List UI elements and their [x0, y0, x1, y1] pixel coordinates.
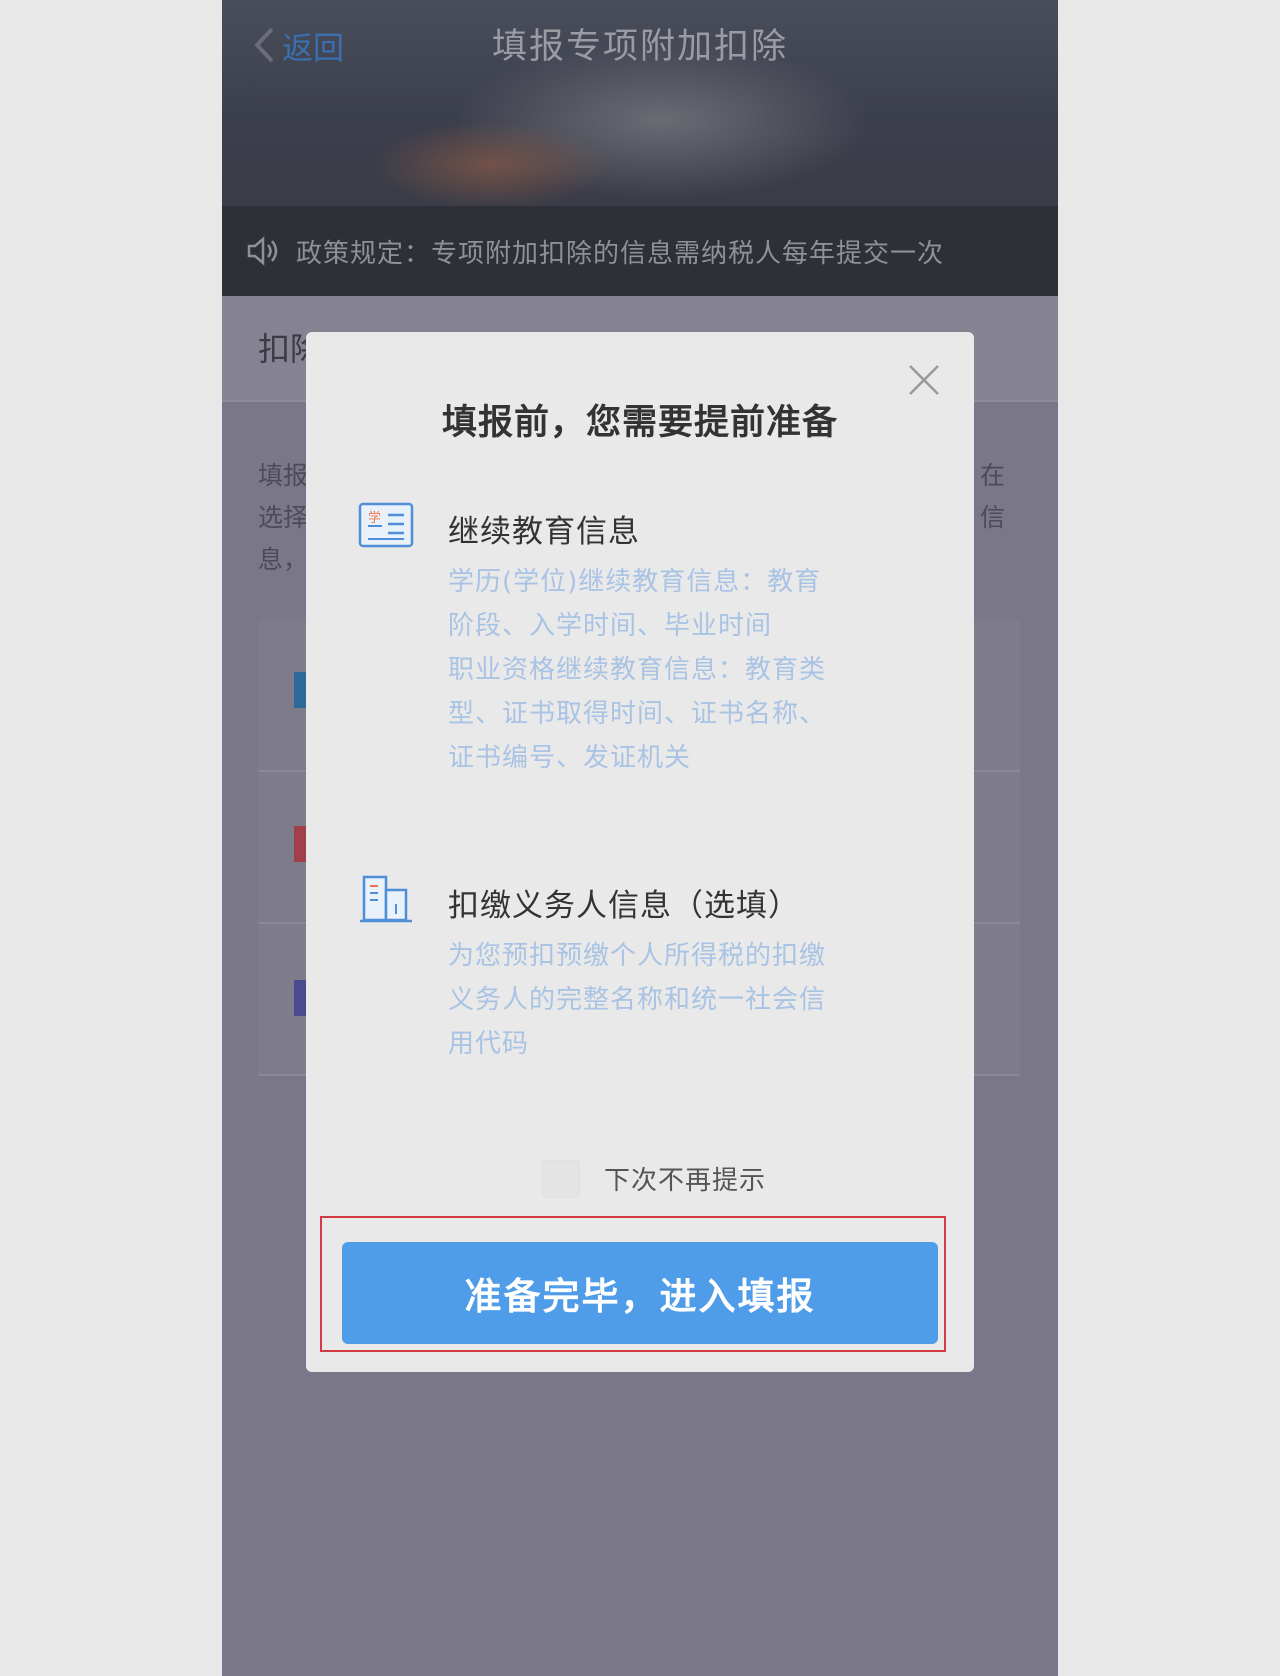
page-title: 填报专项附加扣除 — [491, 27, 788, 67]
phone-screen: 返回 填报专项附加扣除 政策规定：专项附加扣除的信息需纳税人每年提交一次 扣除 … — [222, 0, 1058, 1676]
background-description-line: 信 — [980, 503, 1006, 532]
speaker-icon — [247, 236, 278, 266]
nav-header: 返回 填报专项附加扣除 — [222, 0, 1058, 210]
education-item-description: 学历(学位)继续教育信息：教育 阶段、入学时间、毕业时间 职业资格继续教育信息：… — [448, 560, 878, 780]
background-description-line: 息， — [258, 545, 309, 574]
background-description-line: 填报 — [258, 461, 309, 490]
background-description-line: 选择 — [258, 503, 309, 532]
ready-enter-fill-button[interactable]: 准备完毕，进入填报 — [342, 1242, 938, 1344]
svg-text:学: 学 — [368, 510, 381, 526]
background-description-left: 填报 选择 息， — [258, 455, 308, 581]
description-line: 阶段、入学时间、毕业时间 — [448, 611, 773, 641]
dialog-title: 填报前，您需要提前准备 — [441, 403, 838, 443]
description-line: 职业资格继续教育信息：教育类 — [448, 655, 827, 685]
background-card-marker — [294, 672, 306, 708]
prepare-dialog: 填报前，您需要提前准备 学 继续教育信息 学历(学位)继续教育信息：教育 阶段、… — [306, 332, 974, 1372]
background-description-right: 在 信 — [980, 455, 1005, 539]
policy-notice-bar: 政策规定：专项附加扣除的信息需纳税人每年提交一次 — [222, 206, 1058, 296]
withholding-agent-item-description: 为您预扣预缴个人所得税的扣缴 义务人的完整名称和统一社会信 用代码 — [448, 934, 878, 1066]
dont-remind-label[interactable]: 下次不再提示 — [604, 1160, 766, 1197]
dont-remind-checkbox[interactable] — [542, 1160, 580, 1198]
education-item-title: 继续教育信息 — [448, 514, 640, 550]
description-line: 学历(学位)继续教育信息：教育 — [448, 567, 822, 597]
background-card-marker — [294, 980, 306, 1016]
description-line: 为您预扣预缴个人所得税的扣缴 — [448, 941, 827, 971]
building-icon — [360, 875, 412, 923]
withholding-agent-item-title: 扣缴义务人信息（选填） — [448, 888, 800, 924]
background-card-marker — [294, 826, 306, 862]
background-description-line: 在 — [980, 461, 1006, 490]
education-document-icon: 学 — [358, 502, 414, 548]
description-line: 型、证书取得时间、证书名称、 — [448, 699, 827, 729]
description-line: 义务人的完整名称和统一社会信 — [448, 985, 827, 1015]
header-background-photo-accent — [372, 120, 612, 210]
policy-notice-text: 政策规定：专项附加扣除的信息需纳税人每年提交一次 — [296, 238, 945, 269]
description-line: 用代码 — [448, 1029, 530, 1059]
description-line: 证书编号、发证机关 — [448, 743, 692, 773]
